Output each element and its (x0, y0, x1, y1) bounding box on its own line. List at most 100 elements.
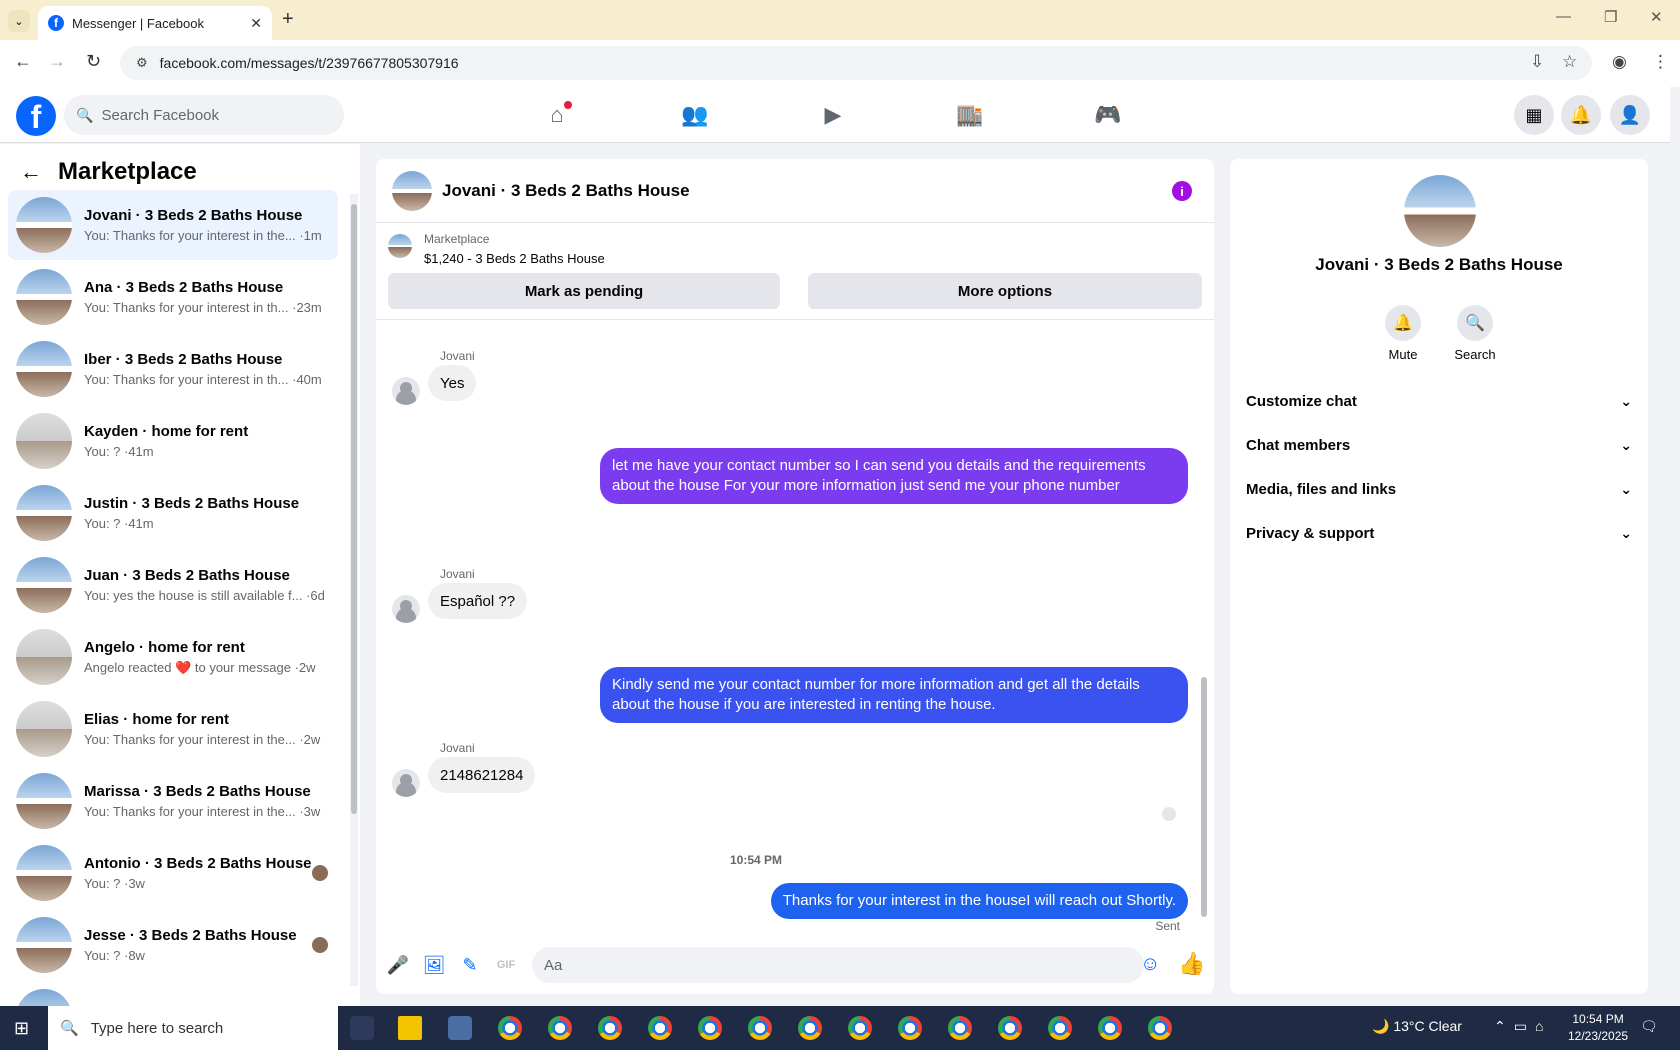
incoming-message[interactable]: Español ?? (428, 583, 528, 619)
scrollbar-thumb[interactable] (351, 204, 357, 814)
chrome-icon[interactable] (948, 1016, 972, 1040)
restore-icon[interactable]: ❐ (1604, 8, 1617, 26)
app-icon[interactable] (448, 1016, 472, 1040)
message-input[interactable]: Aa (532, 947, 1144, 983)
sender-avatar[interactable] (392, 769, 420, 797)
taskbar-search-input[interactable]: 🔍 Type here to search (48, 1006, 338, 1050)
profile-icon[interactable]: ◉ (1612, 52, 1627, 72)
reload-icon[interactable]: ↻ (86, 51, 101, 72)
friends-icon[interactable]: 👥 (678, 99, 712, 131)
close-tab-icon[interactable]: ✕ (250, 15, 262, 32)
minimize-icon[interactable]: — (1556, 8, 1571, 25)
bookmark-star-icon[interactable]: ☆ (1562, 52, 1577, 72)
sticker-icon[interactable]: ✎ (458, 953, 482, 977)
chrome-icon[interactable] (648, 1016, 672, 1040)
chrome-icon[interactable] (498, 1016, 522, 1040)
install-app-icon[interactable]: ⇩ (1530, 52, 1544, 72)
microphone-icon[interactable]: 🎤 (386, 953, 410, 977)
gif-icon[interactable]: GIF (494, 953, 518, 977)
conversation-info-icon[interactable]: i (1172, 181, 1192, 201)
marketplace-icon[interactable]: 🏬 (953, 99, 987, 131)
back-icon[interactable]: ← (14, 51, 32, 72)
chrome-icon[interactable] (998, 1016, 1022, 1040)
menu-grid-icon[interactable]: ▦ (1514, 95, 1554, 135)
outgoing-message[interactable]: Thanks for your interest in the houseI w… (770, 883, 1188, 919)
task-view-icon[interactable] (350, 1016, 374, 1040)
notification-center-icon[interactable]: 🗨 (1640, 1018, 1658, 1035)
home-icon[interactable]: ⌂ (540, 99, 574, 131)
system-tray[interactable]: ⌃▭⌂ (1494, 1018, 1551, 1035)
conversation-item[interactable]: Jesse · 3 Beds 2 Baths House You: ? ·8w (8, 910, 338, 980)
scrollbar-thumb[interactable] (1201, 677, 1207, 917)
conversation-item[interactable]: Ana · 3 Beds 2 Baths House You: Thanks fo… (8, 262, 338, 332)
account-avatar[interactable]: 👤 (1610, 95, 1650, 135)
conversation-preview: You: ? ·41m (84, 444, 154, 459)
more-options-button[interactable]: More options (808, 273, 1202, 309)
outgoing-message[interactable]: let me have your contact number so I can… (600, 448, 1188, 504)
conversation-item[interactable]: Justin · 3 Beds 2 Baths House You: ? ·41m (8, 478, 338, 548)
chrome-icon[interactable] (748, 1016, 772, 1040)
tab-search-button[interactable]: ⌄ (8, 10, 30, 32)
conversation-item[interactable]: Iber · 3 Beds 2 Baths House You: Thanks f… (8, 334, 338, 404)
conversation-avatar (16, 629, 72, 685)
windows-start-icon[interactable]: ⊞ (14, 1018, 29, 1039)
browser-tab[interactable]: f Messenger | Facebook ✕ (38, 6, 272, 40)
conversation-item[interactable]: Angelo · home for rent Angelo reacted ❤️ … (8, 622, 338, 692)
chrome-icon[interactable] (1148, 1016, 1172, 1040)
conversation-item[interactable]: Elias · home for rent You: Thanks for you… (8, 694, 338, 764)
video-icon[interactable]: ▶ (816, 99, 850, 131)
chrome-icon[interactable] (798, 1016, 822, 1040)
address-bar[interactable]: ⚙ facebook.com/messages/t/23976677805307… (120, 46, 1592, 80)
notifications-bell-icon[interactable]: 🔔 (1561, 95, 1601, 135)
new-tab-button[interactable]: + (282, 8, 294, 31)
site-info-icon[interactable]: ⚙ (136, 55, 148, 71)
incoming-message[interactable]: 2148621284 (428, 757, 536, 793)
conversation-item[interactable]: Karina · 3 Beds 2 Baths House (8, 982, 338, 1006)
weather-widget[interactable]: 🌙 13°C Clear (1372, 1018, 1462, 1035)
chrome-icon[interactable] (898, 1016, 922, 1040)
page-scrollbar[interactable] (1670, 87, 1680, 1006)
forward-icon[interactable]: → (48, 51, 66, 72)
conversation-item[interactable]: Marissa · 3 Beds 2 Baths House You: Thank… (8, 766, 338, 836)
chrome-icon[interactable] (1098, 1016, 1122, 1040)
media-files-links-row[interactable]: Media, files and links ⌄ (1246, 469, 1632, 509)
listing-title[interactable]: $1,240 - 3 Beds 2 Baths House (424, 251, 605, 266)
incoming-message[interactable]: Yes (428, 365, 477, 401)
conversation-list-scrollbar[interactable] (350, 194, 358, 986)
message-scrollbar[interactable] (1200, 327, 1208, 923)
conversation-item[interactable]: Antonio · 3 Beds 2 Baths House You: ? ·3w (8, 838, 338, 908)
conversation-item[interactable]: Kayden · home for rent You: ? ·41m (8, 406, 338, 476)
chrome-icon[interactable] (698, 1016, 722, 1040)
facebook-logo[interactable]: f (16, 96, 56, 136)
menu-icon[interactable]: ⋮ (1652, 52, 1669, 72)
conversation-item[interactable]: Juan · 3 Beds 2 Baths House You: yes the … (8, 550, 338, 620)
photo-icon[interactable]: 🖼 (422, 953, 446, 977)
thumbs-up-icon[interactable]: 👍 (1178, 951, 1205, 977)
back-arrow-icon[interactable]: ← (20, 159, 42, 185)
privacy-support-row[interactable]: Privacy & support ⌄ (1246, 513, 1632, 553)
conversation-item[interactable]: Jovani · 3 Beds 2 Baths House You: Thanks… (8, 190, 338, 260)
conversation-name: Juan · 3 Beds 2 Baths House (84, 567, 290, 584)
taskbar-clock[interactable]: 10:54 PM 12/23/2025 (1568, 1011, 1628, 1045)
sender-avatar[interactable] (392, 595, 420, 623)
facebook-search-input[interactable]: 🔍 Search Facebook (64, 95, 344, 135)
chrome-icon[interactable] (848, 1016, 872, 1040)
gaming-icon[interactable]: 🎮 (1091, 99, 1125, 131)
window-close-icon[interactable]: ✕ (1650, 8, 1663, 26)
contact-avatar[interactable] (1404, 175, 1476, 247)
sender-avatar[interactable] (392, 377, 420, 405)
emoji-icon[interactable]: ☺ (1140, 953, 1160, 976)
chrome-icon[interactable] (548, 1016, 572, 1040)
mute-button[interactable]: 🔔 Mute (1368, 305, 1438, 362)
sticky-notes-icon[interactable] (398, 1016, 422, 1040)
chrome-icon[interactable] (598, 1016, 622, 1040)
chrome-icon[interactable] (1048, 1016, 1072, 1040)
customize-chat-row[interactable]: Customize chat ⌄ (1246, 381, 1632, 421)
chat-title[interactable]: Jovani · 3 Beds 2 Baths House (442, 181, 690, 201)
outgoing-message[interactable]: Kindly send me your contact number for m… (600, 667, 1188, 723)
mark-as-pending-button[interactable]: Mark as pending (388, 273, 780, 309)
chat-members-row[interactable]: Chat members ⌄ (1246, 425, 1632, 465)
chat-avatar[interactable] (392, 170, 432, 211)
search-button[interactable]: 🔍 Search (1440, 305, 1510, 362)
listing-thumbnail[interactable] (388, 234, 412, 258)
